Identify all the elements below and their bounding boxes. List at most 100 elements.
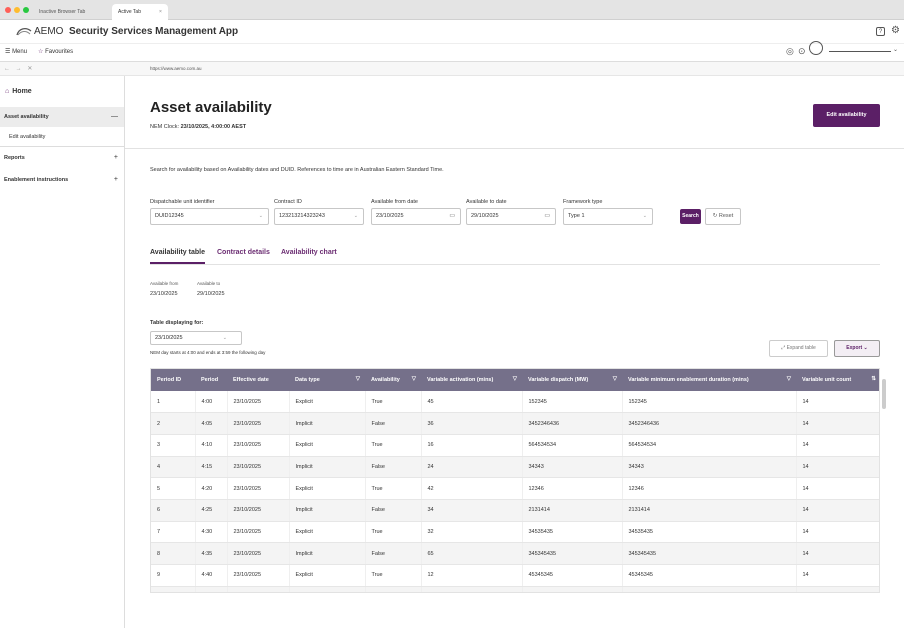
contract-select[interactable]: 123213214323243 ⌄ — [274, 208, 364, 225]
table-cell: 7 — [151, 521, 196, 544]
avatar[interactable] — [809, 41, 823, 55]
chevron-down-icon: ⌄ — [353, 213, 358, 219]
tab-availability-table[interactable]: Availability table — [150, 249, 205, 264]
sidebar: ⌂ Home Asset availability — Edit availabi… — [0, 76, 125, 628]
close-window-icon[interactable] — [5, 7, 11, 13]
user-name-placeholder[interactable] — [829, 51, 891, 52]
reset-button[interactable]: ↻ Reset — [705, 208, 741, 225]
chevron-down-icon: ⌄ — [258, 213, 263, 219]
menu-button[interactable]: ☰ Menu — [5, 48, 27, 55]
export-button[interactable]: Export ⌄ — [834, 340, 880, 357]
table-cell: 564534534 — [522, 434, 623, 457]
sidebar-item-edit-availability[interactable]: Edit availability — [0, 127, 124, 147]
filter-icon[interactable]: ▽ — [412, 376, 416, 382]
contract-label: Contract ID — [274, 199, 302, 205]
expand-icon[interactable]: + — [114, 148, 118, 168]
edit-availability-button[interactable]: Edit availability — [813, 104, 880, 127]
filter-icon[interactable]: ▽ — [787, 376, 791, 382]
sidebar-item-enablement-instructions[interactable]: Enablement instructions + — [0, 170, 124, 190]
table-row[interactable]: 104:4523/10/2025ImplicitFalse11354355553… — [151, 586, 879, 592]
table-cell: 4:00 — [195, 391, 228, 414]
expand-icon[interactable]: + — [114, 170, 118, 190]
navigation-arrows-icon[interactable]: ← → ✕ — [4, 65, 34, 72]
table-row[interactable]: 4 4:15 23/10/2025 Implicit False 24 34343 34343… — [151, 456, 879, 479]
table-row[interactable]: 1 4:00 23/10/2025 Explicit True 45 152345 15234… — [151, 391, 879, 414]
filter-icon[interactable]: ▽ — [613, 376, 617, 382]
url-text[interactable]: https://www.aemo.com.au — [150, 66, 202, 71]
tab-availability-chart[interactable]: Availability chart — [281, 249, 337, 264]
table-row[interactable]: 6 4:25 23/10/2025 Implicit False 34 2131414 213… — [151, 499, 879, 522]
chevron-down-icon[interactable]: ⌄ — [893, 46, 898, 53]
column-header[interactable]: Effective date — [227, 369, 289, 391]
table-cell: 14 — [796, 521, 879, 544]
table-cell: 152345 — [622, 391, 797, 414]
help-icon[interactable]: ? — [876, 27, 885, 36]
column-header[interactable]: Variable minimum enablement duration (mi… — [622, 369, 796, 391]
column-header[interactable]: Availability ▽ — [365, 369, 421, 391]
app-header: AEMO Security Services Management App ? … — [0, 20, 904, 44]
filter-icon[interactable]: ▽ — [356, 376, 360, 382]
column-header[interactable]: Period — [195, 369, 227, 391]
minimize-window-icon[interactable] — [14, 7, 20, 13]
maximize-window-icon[interactable] — [23, 7, 29, 13]
column-header[interactable]: Period ID — [151, 369, 195, 391]
column-header[interactable]: Data type ▽ — [289, 369, 365, 391]
browser-tab-inactive[interactable]: Inactive Browser Tab — [33, 4, 91, 20]
gear-icon[interactable]: ⚙ — [891, 25, 900, 36]
table-date-select[interactable]: 23/10/2025 ⌄ — [150, 331, 242, 345]
table-row[interactable]: 9 4:40 23/10/2025 Explicit True 12 45345345 453… — [151, 564, 879, 587]
brand-name: AEMO — [34, 26, 64, 37]
table-cell: 4:30 — [195, 521, 228, 544]
column-header[interactable]: Variable dispatch (MW) ▽ — [522, 369, 622, 391]
column-header[interactable]: Variable activation (mins) ▽ — [421, 369, 522, 391]
sidebar-item-home[interactable]: ⌂ Home — [5, 88, 32, 95]
table-row[interactable]: 2 4:05 23/10/2025 Implicit False 36 3452346436… — [151, 412, 879, 435]
table-scrollbar[interactable] — [882, 379, 886, 409]
favourites-label: Favourites — [45, 49, 74, 55]
close-tab-icon[interactable]: × — [159, 9, 162, 15]
sort-icon[interactable]: ⇅ — [871, 376, 876, 382]
column-label: Availability — [371, 377, 400, 383]
chevron-down-icon: ⌄ — [642, 213, 647, 219]
framework-select[interactable]: Type 1 ⌄ — [563, 208, 653, 225]
column-label: Effective date — [233, 377, 269, 383]
table-row[interactable]: 5 4:20 23/10/2025 Explicit True 42 12346 12346 1… — [151, 477, 879, 500]
column-label: Period ID — [157, 377, 182, 383]
filter-icon[interactable]: ▽ — [513, 376, 517, 382]
from-date-input[interactable]: 23/10/2025 ▭ — [371, 208, 461, 225]
table-cell: Explicit — [289, 564, 366, 587]
table-cell: 65 — [421, 542, 523, 565]
expand-table-button[interactable]: ⤢ Expand table — [769, 340, 828, 357]
tab-contract-details[interactable]: Contract details — [217, 249, 270, 264]
to-date-input[interactable]: 29/10/2025 ▭ — [466, 208, 556, 225]
available-to-value: 29/10/2025 — [197, 291, 225, 297]
sidebar-item-asset-availability[interactable]: Asset availability — — [0, 107, 124, 127]
calendar-icon[interactable]: ▭ — [449, 209, 455, 224]
calendar-icon[interactable]: ▭ — [544, 209, 550, 224]
table-cell: 3452346436 — [622, 412, 797, 435]
browser-tab-active[interactable]: Active Tab × — [112, 4, 168, 20]
table-row[interactable]: 7 4:30 23/10/2025 Explicit True 32 34535435 345… — [151, 521, 879, 544]
search-button[interactable]: Search — [680, 209, 701, 224]
column-label: Variable dispatch (MW) — [528, 377, 589, 383]
sidebar-item-reports[interactable]: Reports + — [0, 148, 124, 168]
expand-label: Expand table — [786, 345, 816, 351]
table-cell: 45345345 — [622, 564, 797, 587]
collapse-icon[interactable]: — — [111, 107, 118, 127]
search-icon[interactable]: ⊙ — [798, 46, 806, 57]
table-cell: 5 — [151, 477, 196, 500]
sidebar-item-label: Reports — [4, 155, 25, 161]
favourites-button[interactable]: ☆ Favourites — [38, 48, 73, 55]
table-cell: 35435555 — [622, 586, 797, 592]
table-cell: 36 — [421, 412, 523, 435]
duid-select[interactable]: DUID12345 ⌄ — [150, 208, 269, 225]
duid-label: Dispatchable unit identifier — [150, 199, 215, 205]
column-header[interactable]: Variable unit count ⇅ — [796, 369, 879, 391]
target-icon[interactable]: ◎ — [786, 46, 794, 57]
table-cell: 4:35 — [195, 542, 228, 565]
column-label: Period — [201, 377, 219, 383]
table-cell: Implicit — [289, 542, 366, 565]
table-row[interactable]: 8 4:35 23/10/2025 Implicit False 65 345345435 3… — [151, 542, 879, 565]
table-cell: Explicit — [289, 434, 366, 457]
table-row[interactable]: 3 4:10 23/10/2025 Explicit True 16 564534534 56… — [151, 434, 879, 457]
